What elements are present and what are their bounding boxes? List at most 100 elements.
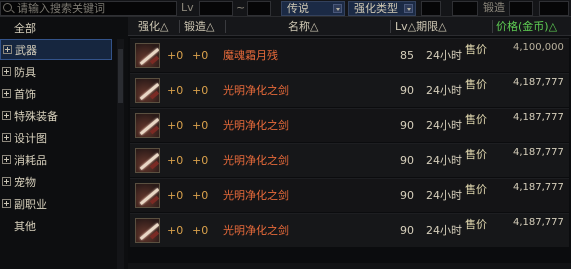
sidebar-item-label: 消耗品 (14, 154, 47, 167)
item-price: 4,187,777 (513, 112, 564, 123)
table-row[interactable]: +0 +0 光明净化之剑 90 24小时 售价 4,187,777 (130, 73, 569, 107)
enhance-type-select-value: 强化类型 (354, 2, 398, 15)
item-duration: 24小时 (426, 224, 462, 237)
item-price: 4,187,777 (513, 77, 564, 88)
enhance-value: +0 (167, 154, 184, 167)
column-header-enhance[interactable]: 强化△ (138, 19, 168, 34)
forge-value: +0 (192, 84, 209, 97)
listing-table: 强化△ 锻造△ 名称△ Lv△期限△ 价格(金币)△ +0 +0 魔魂霜月残 8… (128, 17, 571, 269)
item-name: 光明净化之剑 (223, 154, 289, 167)
enhance-min-input[interactable] (421, 1, 441, 16)
column-header-level-period[interactable]: Lv△期限△ (395, 19, 447, 34)
forge-value: +0 (192, 154, 209, 167)
column-header-price[interactable]: 价格(金币)△ (496, 19, 557, 34)
forge-min-input[interactable] (509, 1, 533, 16)
enhance-value: +0 (167, 84, 184, 97)
sidebar-item-consumable[interactable]: 消耗品 (0, 150, 112, 171)
column-divider (179, 20, 180, 33)
forge-value: +0 (192, 119, 209, 132)
enhance-value: +0 (167, 119, 184, 132)
plus-icon[interactable] (2, 89, 11, 98)
plus-icon[interactable] (3, 45, 12, 54)
sidebar-item-accessory[interactable]: 首饰 (0, 84, 112, 105)
forge-value: +0 (192, 189, 209, 202)
sidebar-item-label: 副职业 (14, 198, 47, 211)
level-label: Lv (181, 1, 194, 14)
table-row[interactable]: +0 +0 光明净化之剑 90 24小时 售价 4,187,777 (130, 213, 569, 247)
search-input[interactable]: 请输入搜索关键词 (0, 1, 177, 16)
column-divider (390, 20, 391, 33)
sell-price-label: 售价 (465, 43, 487, 56)
sidebar-item-special-equipment[interactable]: 特殊装备 (0, 106, 112, 127)
item-duration: 24小时 (426, 119, 462, 132)
sword-item-icon[interactable] (135, 78, 160, 103)
item-duration: 24小时 (426, 189, 462, 202)
sidebar-scrollbar[interactable] (117, 39, 124, 269)
sidebar-item-blueprint[interactable]: 设计图 (0, 128, 112, 149)
table-row[interactable]: +0 +0 光明净化之剑 90 24小时 售价 4,187,777 (130, 143, 569, 177)
item-name: 光明净化之剑 (223, 119, 289, 132)
sidebar-item-armor[interactable]: 防具 (0, 62, 112, 83)
item-price: 4,187,777 (513, 147, 564, 158)
table-row[interactable]: +0 +0 光明净化之剑 90 24小时 售价 4,187,777 (130, 178, 569, 212)
sword-item-icon[interactable] (135, 43, 160, 68)
filter-bar: 请输入搜索关键词 Lv ~ 传说 强化类型 锻造 (0, 0, 571, 17)
item-name: 光明净化之剑 (223, 189, 289, 202)
sidebar-item-weapon[interactable]: 武器 (0, 39, 112, 60)
enhance-value: +0 (167, 224, 184, 237)
plus-icon[interactable] (2, 111, 11, 120)
search-placeholder: 请输入搜索关键词 (17, 2, 105, 15)
sidebar-item-other[interactable]: 其他 (0, 216, 112, 237)
plus-icon[interactable] (2, 155, 11, 164)
sidebar-item-label: 宠物 (14, 176, 36, 189)
enhance-type-select[interactable]: 强化类型 (348, 1, 416, 16)
item-level: 85 (400, 49, 414, 62)
sidebar-item-all[interactable]: 全部 (0, 18, 112, 39)
table-row[interactable]: +0 +0 魔魂霜月残 85 24小时 售价 4,100,000 (130, 38, 569, 72)
item-name: 光明净化之剑 (223, 84, 289, 97)
sword-item-icon[interactable] (135, 218, 160, 243)
sell-price-label: 售价 (465, 183, 487, 196)
forge-label: 锻造 (483, 1, 505, 14)
level-min-input[interactable] (199, 1, 233, 16)
item-level: 90 (400, 119, 414, 132)
sword-item-icon[interactable] (135, 113, 160, 138)
sidebar-item-pet[interactable]: 宠物 (0, 172, 112, 193)
enhance-value: +0 (167, 49, 184, 62)
enhance-max-input[interactable] (452, 1, 478, 16)
rarity-select-value: 传说 (287, 2, 309, 15)
item-name: 魔魂霜月残 (223, 49, 278, 62)
item-level: 90 (400, 189, 414, 202)
sidebar-item-label: 设计图 (14, 132, 47, 145)
sword-item-icon[interactable] (135, 183, 160, 208)
item-level: 90 (400, 154, 414, 167)
column-header-forge[interactable]: 锻造△ (184, 19, 214, 34)
table-row[interactable]: +0 +0 光明净化之剑 90 24小时 售价 4,187,777 (130, 108, 569, 142)
enhance-value: +0 (167, 189, 184, 202)
level-max-input[interactable] (247, 1, 271, 16)
item-price: 4,187,777 (513, 182, 564, 193)
scrollbar-thumb[interactable] (118, 49, 123, 103)
plus-icon[interactable] (2, 133, 11, 142)
column-divider (492, 20, 493, 33)
search-icon (3, 3, 12, 12)
plus-icon[interactable] (2, 199, 11, 208)
item-duration: 24小时 (426, 49, 462, 62)
sidebar-item-label: 武器 (15, 44, 37, 57)
chevron-down-icon (404, 4, 413, 13)
table-bottom-edge (128, 263, 571, 269)
sidebar-item-label: 全部 (14, 22, 36, 35)
item-name: 光明净化之剑 (223, 224, 289, 237)
category-sidebar: 全部 武器 防具 首饰 特殊装备 设计图 消耗品 宠物 副职业 其他 (0, 17, 128, 269)
forge-max-input[interactable] (539, 1, 569, 16)
level-range-dash: ~ (236, 1, 246, 14)
sell-price-label: 售价 (465, 218, 487, 231)
column-header-name[interactable]: 名称△ (288, 19, 318, 34)
sword-item-icon[interactable] (135, 148, 160, 173)
sell-price-label: 售价 (465, 78, 487, 91)
item-duration: 24小时 (426, 154, 462, 167)
rarity-select[interactable]: 传说 (281, 1, 345, 16)
sidebar-item-sub-profession[interactable]: 副职业 (0, 194, 112, 215)
plus-icon[interactable] (2, 67, 11, 76)
plus-icon[interactable] (2, 177, 11, 186)
